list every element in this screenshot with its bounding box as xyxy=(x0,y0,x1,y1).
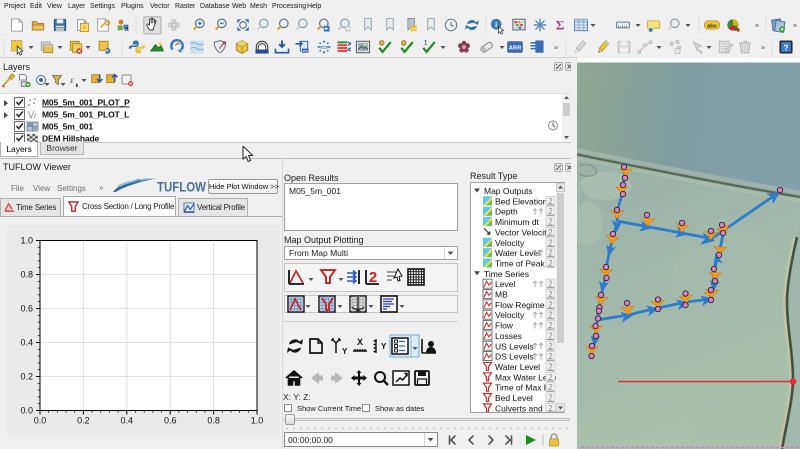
svg-text:1.0: 1.0 xyxy=(20,236,33,246)
svg-text:»: » xyxy=(793,20,797,29)
svg-text:Flow Regime: Flow Regime xyxy=(495,300,545,310)
svg-text:TUFLOW: TUFLOW xyxy=(157,180,206,195)
svg-text:Q: Q xyxy=(380,41,384,46)
svg-text:»: » xyxy=(755,20,759,29)
svg-text:M05_5m_001: M05_5m_001 xyxy=(42,122,93,132)
svg-text:abc: abc xyxy=(707,23,718,29)
svg-text:Σ: Σ xyxy=(556,18,565,33)
svg-text:2: 2 xyxy=(369,269,377,286)
svg-text:i: i xyxy=(495,20,497,29)
svg-text:▮: ▮ xyxy=(76,82,79,87)
svg-text:1.0: 1.0 xyxy=(251,416,264,426)
svg-text:Losses: Losses xyxy=(495,331,522,341)
svg-text:0.6: 0.6 xyxy=(20,304,33,314)
svg-text:0.6: 0.6 xyxy=(164,416,177,426)
svg-text:»: » xyxy=(554,42,558,51)
svg-text:1: 1 xyxy=(424,40,428,47)
svg-text:shp: shp xyxy=(302,49,308,53)
svg-text:Bed Elevation: Bed Elevation xyxy=(495,196,548,206)
svg-text:?: ? xyxy=(783,43,788,52)
svg-text:W: W xyxy=(411,26,416,32)
svg-text:X: X xyxy=(357,337,363,347)
svg-text:0.0: 0.0 xyxy=(20,406,33,416)
svg-text:DS Levels: DS Levels xyxy=(495,352,534,362)
svg-text:Time Series: Time Series xyxy=(484,269,529,279)
svg-text:0.8: 0.8 xyxy=(207,416,220,426)
svg-text:ARR: ARR xyxy=(509,45,522,51)
svg-text:DEM Hillshade: DEM Hillshade xyxy=(42,134,100,143)
svg-text:0.2: 0.2 xyxy=(77,416,90,426)
svg-text:0.8: 0.8 xyxy=(20,270,33,280)
svg-text:Water Level: Water Level xyxy=(495,362,540,372)
svg-text:Time of Max H: Time of Max H xyxy=(495,383,550,393)
svg-text:US Levels: US Levels xyxy=(495,341,534,351)
svg-text:Velocity: Velocity xyxy=(495,238,525,248)
svg-text:M05_5m_001_PLOT_L: M05_5m_001_PLOT_L xyxy=(42,110,129,120)
svg-text:Vector Velocity: Vector Velocity xyxy=(495,227,552,237)
svg-text:Q: Q xyxy=(402,41,406,46)
svg-text:0.4: 0.4 xyxy=(121,416,134,426)
svg-text:ε: ε xyxy=(70,75,74,85)
svg-text:2: 2 xyxy=(548,404,553,412)
svg-text:Depth: Depth xyxy=(495,207,518,217)
svg-text:Map Outputs: Map Outputs xyxy=(484,186,533,196)
svg-text:Time of Peak h: Time of Peak h xyxy=(495,258,552,268)
svg-text:Bed Level: Bed Level xyxy=(495,393,533,403)
svg-text:Y: Y xyxy=(342,347,348,356)
svg-text:Velocity: Velocity xyxy=(495,310,525,320)
svg-text:MB: MB xyxy=(495,290,508,300)
svg-text:TCF: TCF xyxy=(320,45,329,50)
svg-text:0.4: 0.4 xyxy=(20,338,33,348)
svg-text:Level: Level xyxy=(495,279,515,289)
svg-text:»: » xyxy=(761,42,765,51)
svg-text:0.0: 0.0 xyxy=(34,416,47,426)
svg-text:Water Level: Water Level xyxy=(495,248,540,258)
svg-text:Y: Y xyxy=(381,342,387,351)
svg-text:M05_5m_001_PLOT_P: M05_5m_001_PLOT_P xyxy=(42,98,130,108)
svg-text:0.2: 0.2 xyxy=(20,372,33,382)
svg-text:Minimum dt: Minimum dt xyxy=(495,217,540,227)
svg-text:Flow: Flow xyxy=(495,321,514,331)
svg-text:a: a xyxy=(125,24,130,33)
